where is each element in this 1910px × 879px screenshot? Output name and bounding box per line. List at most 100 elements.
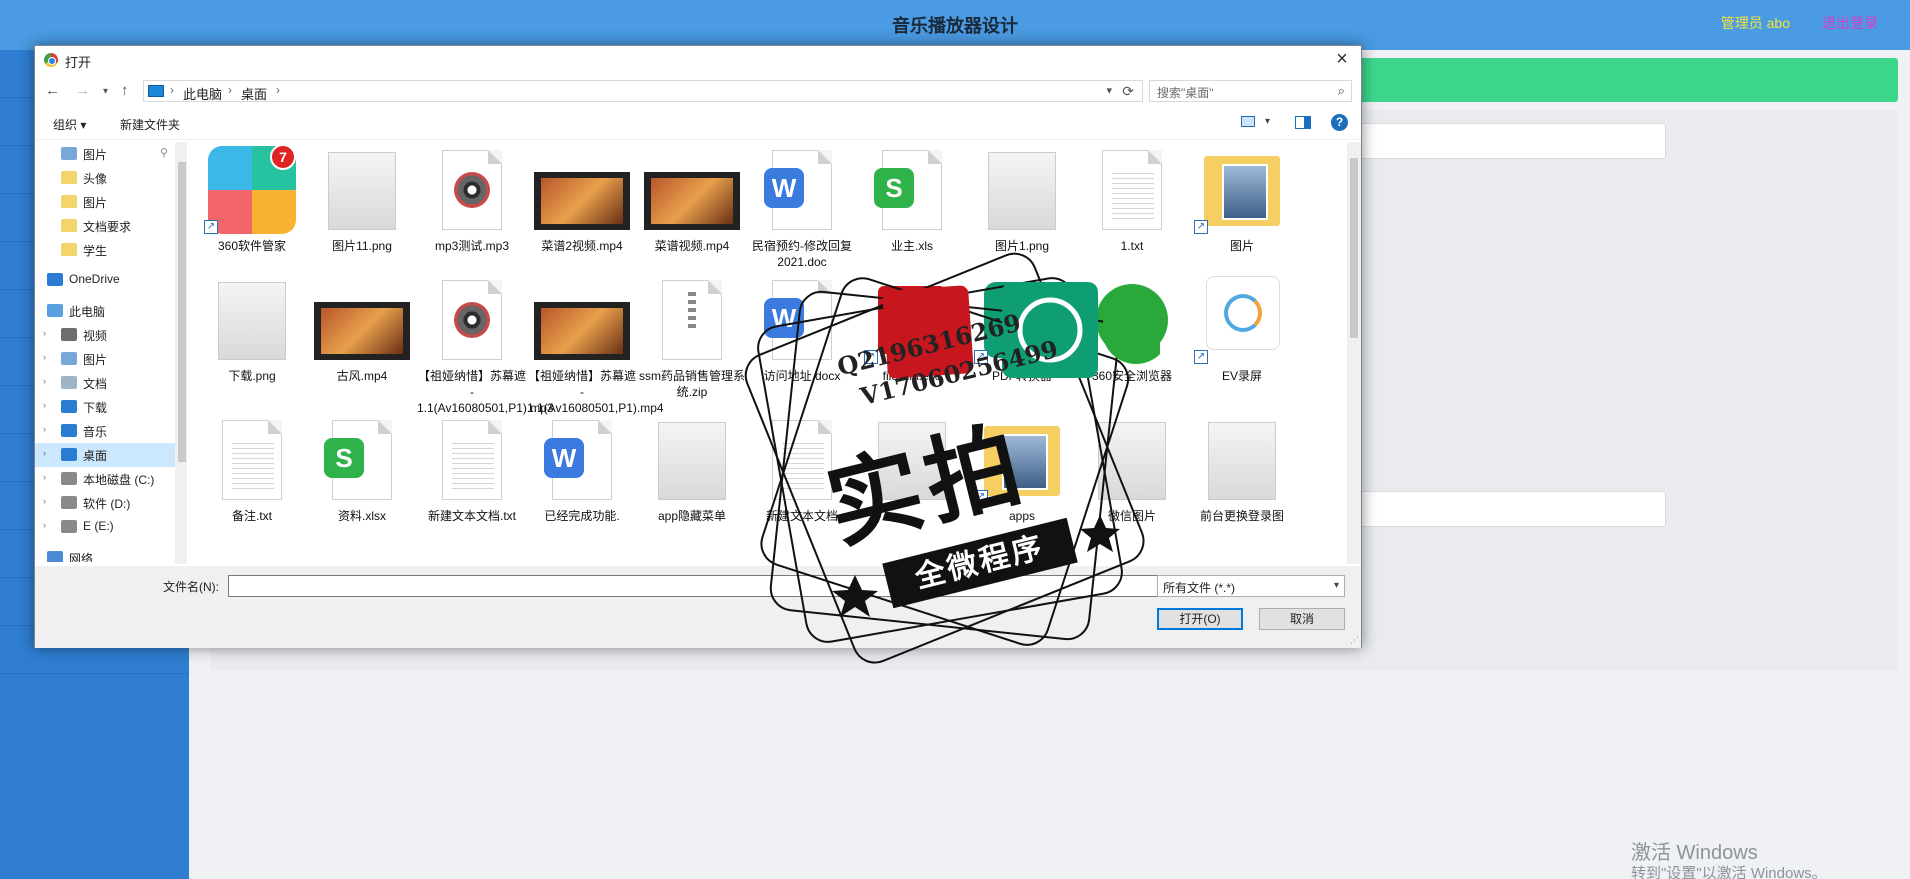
- file-item[interactable]: mp3测试.mp3: [417, 142, 527, 254]
- chevron-right-icon[interactable]: ›: [43, 328, 46, 338]
- file-item[interactable]: ↗ 360安全浏览器: [1077, 272, 1187, 384]
- cancel-button[interactable]: 取消: [1259, 608, 1345, 630]
- file-item[interactable]: ↗ 图片: [1187, 142, 1297, 254]
- file-item[interactable]: 新建文本文档.txt: [417, 412, 527, 524]
- chevron-right-icon[interactable]: ›: [43, 472, 46, 482]
- file-item[interactable]: W 已经完成功能.: [527, 412, 637, 524]
- file-item[interactable]: W 民宿预约-修改回复2021.doc: [747, 142, 857, 270]
- file-item[interactable]: 7 ↗ 360软件管家: [197, 142, 307, 254]
- file-scroll-thumb[interactable]: [1350, 158, 1358, 338]
- file-name: 民宿预约-修改回复2021.doc: [752, 239, 852, 269]
- filename-input[interactable]: [228, 575, 1168, 597]
- file-item[interactable]: 前台更换登录图: [1187, 412, 1297, 524]
- tree-item[interactable]: › 软件 (D:): [35, 491, 175, 515]
- tree-item[interactable]: › 视频: [35, 323, 175, 347]
- app-icon: ↗: [864, 272, 960, 368]
- logout-link[interactable]: 退出登录: [1822, 13, 1878, 33]
- file-item[interactable]: ↗ EV录屏: [1187, 272, 1297, 384]
- tree-item-label: 网络: [69, 552, 94, 562]
- file-item[interactable]: ↗ PDF转换器: [967, 272, 1077, 384]
- chevron-right-icon[interactable]: ›: [43, 376, 46, 386]
- file-item[interactable]: 【祖娅纳惜】苏幕遮 - 1.1(Av16080501,P1).mp3: [417, 272, 554, 416]
- tree-item[interactable]: 头像: [35, 166, 175, 190]
- resize-grip-icon[interactable]: ⋰: [1350, 635, 1359, 646]
- tree-item[interactable]: ›OneDrive: [35, 268, 175, 292]
- chevron-right-icon[interactable]: ›: [43, 400, 46, 410]
- file-item[interactable]: 新建文本文档: [747, 412, 857, 524]
- file-item[interactable]: 【祖娅纳惜】苏幕遮 - 1.1(Av16080501,P1).mp4: [527, 272, 664, 416]
- admin-user[interactable]: 管理员 abo: [1721, 13, 1790, 33]
- file-item[interactable]: 菜谱视频.mp4: [637, 142, 747, 254]
- open-button[interactable]: 打开(O): [1157, 608, 1243, 630]
- file-item[interactable]: 图片11.png: [307, 142, 417, 254]
- file-item[interactable]: app隐藏菜单: [637, 412, 747, 524]
- chevron-down-icon: ▾: [1333, 580, 1339, 591]
- search-placeholder: 搜索"桌面": [1157, 86, 1214, 100]
- file-item[interactable]: 1.txt: [1077, 142, 1187, 254]
- file-item[interactable]: ssm药品销售管理系统.zip: [637, 272, 747, 400]
- tree-item[interactable]: › 桌面: [35, 443, 175, 467]
- tree-item[interactable]: 文档要求: [35, 214, 175, 238]
- file-item[interactable]: 微信图片: [1077, 412, 1187, 524]
- tree-item[interactable]: ›网络: [35, 546, 175, 562]
- address-bar[interactable]: › 此电脑 › 桌面 › ▾ ⟳: [143, 80, 1143, 102]
- tree-item[interactable]: › E (E:): [35, 515, 175, 539]
- tree-item[interactable]: › 图片: [35, 347, 175, 371]
- file-item[interactable]: 古风.mp4: [307, 272, 417, 384]
- chevron-right-icon[interactable]: ›: [43, 352, 46, 362]
- tree-item-label: 学生: [83, 244, 108, 258]
- file-name: 360安全浏览器: [1091, 369, 1173, 383]
- tree-item[interactable]: › 本地磁盘 (C:): [35, 467, 175, 491]
- tree-item[interactable]: › 文档: [35, 371, 175, 395]
- organize-menu[interactable]: 组织 ▾: [53, 116, 86, 133]
- file-item[interactable]: 菜谱2视频.mp4: [527, 142, 637, 254]
- tree-item-label: 头像: [83, 172, 108, 186]
- help-icon[interactable]: ?: [1331, 114, 1348, 131]
- tree-item[interactable]: 学生: [35, 238, 175, 262]
- file-scrollbar[interactable]: [1347, 142, 1361, 564]
- view-icon[interactable]: [1241, 116, 1255, 127]
- chevron-right-icon[interactable]: ›: [43, 520, 46, 530]
- refresh-icon[interactable]: ⟳: [1122, 83, 1134, 100]
- tree-item[interactable]: › 音乐: [35, 419, 175, 443]
- file-item[interactable]: 图片1.png: [967, 142, 1077, 254]
- tree-scrollbar[interactable]: [175, 142, 187, 564]
- tree-item[interactable]: ⌄ 此电脑: [35, 299, 175, 323]
- tree-item-label: OneDrive: [69, 272, 120, 286]
- tree-item[interactable]: 图片 ⚲: [35, 142, 175, 166]
- text-icon: [204, 412, 300, 508]
- file-item[interactable]: S 资料.xlsx: [307, 412, 417, 524]
- back-icon[interactable]: ←: [45, 82, 60, 99]
- filetype-select[interactable]: 所有文件 (*.*) ▾: [1157, 575, 1345, 597]
- up-icon[interactable]: ↑: [121, 82, 129, 99]
- breadcrumb-this-pc[interactable]: 此电脑: [183, 84, 222, 103]
- file-item[interactable]: S 业主.xls: [857, 142, 967, 254]
- file-item[interactable]: ↗ apps: [967, 412, 1077, 524]
- file-item[interactable]: 备注.txt: [197, 412, 307, 524]
- text-icon: [424, 412, 520, 508]
- close-icon[interactable]: ×: [1329, 48, 1355, 70]
- chevron-right-icon[interactable]: ›: [43, 424, 46, 434]
- view-chevron-icon[interactable]: ▾: [1265, 116, 1270, 127]
- breadcrumb-desktop[interactable]: 桌面: [241, 84, 267, 103]
- search-input[interactable]: 搜索"桌面" ⌕: [1149, 80, 1352, 102]
- file-item[interactable]: ↗ filezilla.exe: [857, 272, 967, 384]
- forward-icon[interactable]: →: [75, 82, 90, 99]
- tree-item[interactable]: 图片: [35, 190, 175, 214]
- recent-chevron-icon[interactable]: ▾: [103, 86, 108, 97]
- file-item[interactable]: [857, 412, 967, 508]
- file-item[interactable]: 下载.png: [197, 272, 307, 384]
- chevron-right-icon[interactable]: ›: [43, 496, 46, 506]
- tree-item[interactable]: › 下载: [35, 395, 175, 419]
- form-field[interactable]: [1350, 123, 1666, 159]
- tree-scroll-thumb[interactable]: [178, 162, 186, 462]
- address-chevron-icon[interactable]: ▾: [1106, 84, 1112, 97]
- chevron-down-icon[interactable]: ⌄: [35, 304, 37, 315]
- new-folder-button[interactable]: 新建文件夹: [120, 116, 180, 133]
- chevron-right-icon[interactable]: ›: [43, 448, 46, 458]
- excel-icon: S: [314, 412, 410, 508]
- file-item[interactable]: W 访问地址.docx: [747, 272, 857, 384]
- preview-pane-icon[interactable]: [1295, 116, 1311, 129]
- form-field[interactable]: [1350, 491, 1666, 527]
- file-name: 【祖娅纳惜】苏幕遮 - 1.1(Av16080501,P1).mp3: [417, 369, 554, 415]
